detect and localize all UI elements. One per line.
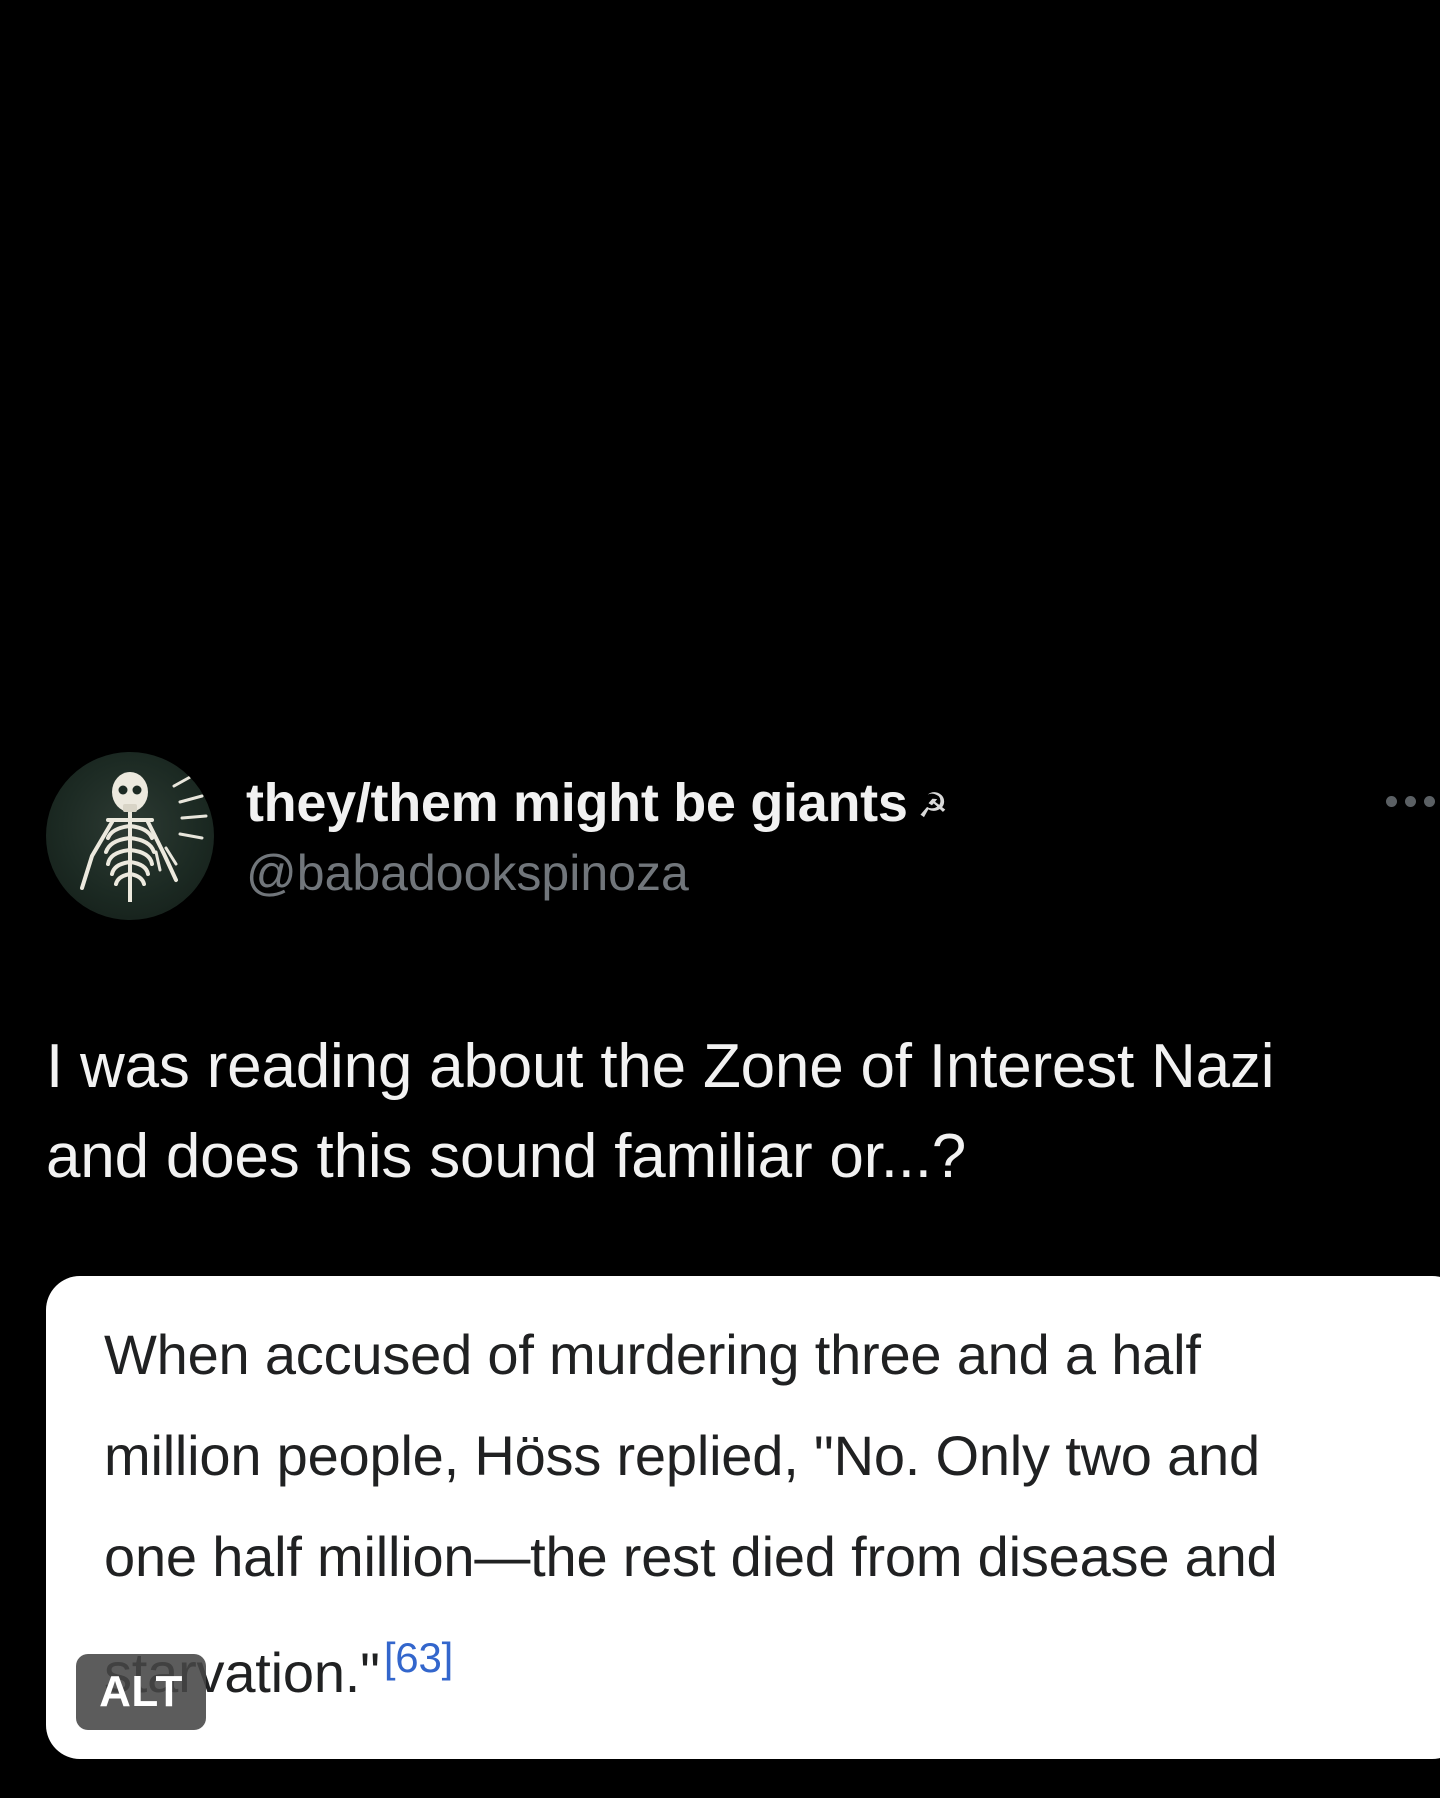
- quoted-excerpt: When accused of murdering three and a ha…: [104, 1304, 1440, 1723]
- post: they/them might be giants ☭ @babadookspin…: [0, 0, 1440, 1798]
- more-dots-icon: [1405, 795, 1416, 807]
- post-text-line: and does this sound familiar or...?: [46, 1122, 967, 1191]
- post-text-line: I was reading about the Zone of Interest…: [46, 1032, 1275, 1101]
- excerpt-line-last: starvation."[63]: [104, 1607, 1440, 1723]
- author-display-name[interactable]: they/them might be giants ☭: [246, 772, 948, 834]
- author-handle[interactable]: @babadookspinoza: [246, 844, 689, 902]
- alt-text-badge[interactable]: ALT: [76, 1654, 206, 1730]
- more-options-button[interactable]: [1386, 790, 1440, 812]
- more-dots-icon: [1386, 795, 1397, 807]
- display-name-text: they/them might be giants: [246, 773, 908, 833]
- hammer-sickle-icon: ☭: [917, 787, 948, 825]
- avatar[interactable]: [46, 752, 214, 920]
- more-dots-icon: [1424, 795, 1435, 807]
- post-text: I was reading about the Zone of Interest…: [46, 1022, 1406, 1202]
- citation-link: [63]: [383, 1634, 454, 1681]
- excerpt-line: When accused of murdering three and a ha…: [104, 1323, 1201, 1386]
- excerpt-line: million people, Höss replied, "No. Only …: [104, 1424, 1260, 1487]
- excerpt-line: one half million—the rest died from dise…: [104, 1525, 1278, 1588]
- skeleton-icon: [80, 772, 208, 902]
- post-image[interactable]: When accused of murdering three and a ha…: [46, 1276, 1440, 1759]
